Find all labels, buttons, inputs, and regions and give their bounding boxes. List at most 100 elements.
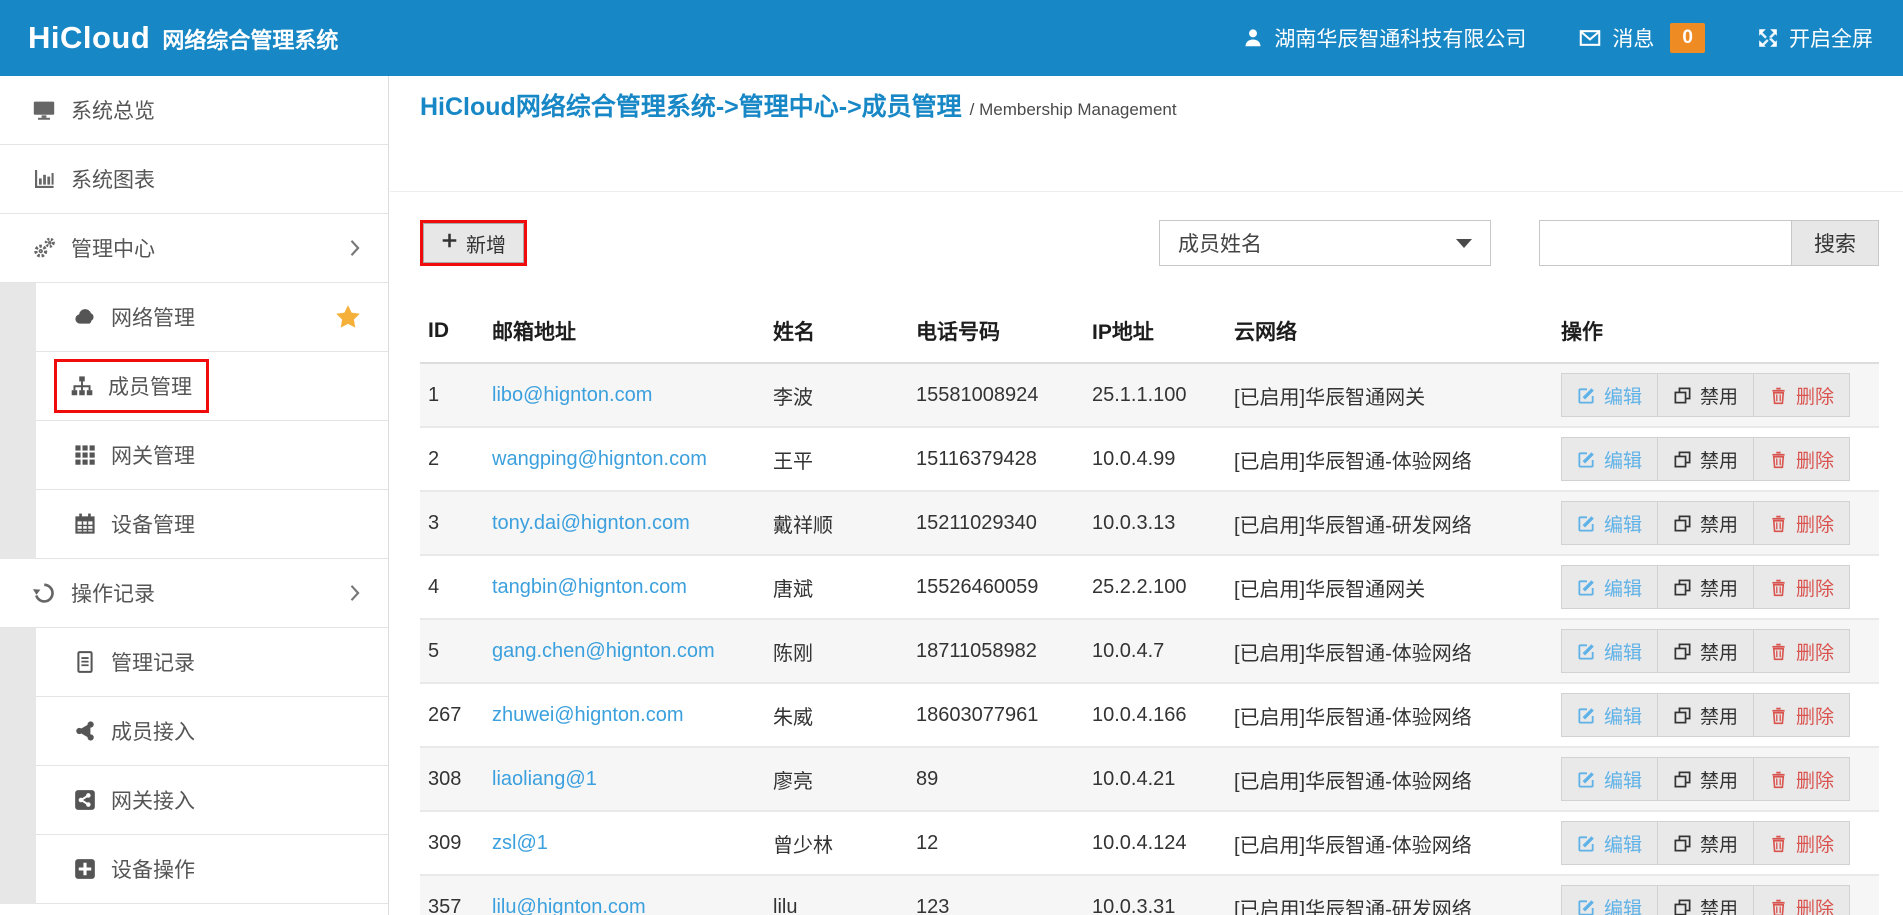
edit-button[interactable]: 编辑 [1562,822,1657,864]
sidebar-item-label: 成员管理 [108,371,192,401]
edit-button[interactable]: 编辑 [1562,630,1657,672]
sidebar-item-admin-center[interactable]: 管理中心 [0,214,388,283]
pencil-square-icon [1577,706,1596,725]
edit-button[interactable]: 编辑 [1562,566,1657,608]
disable-button[interactable]: 禁用 [1657,438,1753,480]
navbar-messages[interactable]: 消息 0 [1578,23,1705,53]
edit-button[interactable]: 编辑 [1562,502,1657,544]
pencil-square-icon [1577,770,1596,789]
sidebar-item-member-access[interactable]: 成员接入 [36,697,388,766]
brand-name: HiCloud [28,20,150,56]
member-email-link[interactable]: liaoliang@1 [492,768,597,790]
cell-ip: 10.0.4.99 [1084,427,1226,491]
page-title-en: / Membership Management [970,100,1177,119]
add-button[interactable]: 新增 [423,223,524,263]
delete-button[interactable]: 删除 [1753,630,1849,672]
trash-icon [1769,514,1788,533]
search-input[interactable] [1539,220,1791,266]
disable-button[interactable]: 禁用 [1657,502,1753,544]
navbar-company-label: 湖南华辰智通科技有限公司 [1274,23,1526,53]
add-button-label: 新增 [466,229,506,258]
edit-button[interactable]: 编辑 [1562,758,1657,800]
disable-button[interactable]: 禁用 [1657,566,1753,608]
delete-button[interactable]: 删除 [1753,566,1849,608]
sidebar-highlight-box: 成员管理 [54,359,209,413]
delete-button[interactable]: 删除 [1753,374,1849,416]
clone-icon [1673,834,1692,853]
delete-button[interactable]: 删除 [1753,694,1849,736]
member-name-filter-select[interactable]: 成员姓名 [1159,220,1491,266]
trash-icon [1769,834,1788,853]
edit-button[interactable]: 编辑 [1562,438,1657,480]
table-row: 3tony.dai@hignton.com戴祥顺1521102934010.0.… [420,491,1879,555]
disable-button[interactable]: 禁用 [1657,374,1753,416]
edit-button[interactable]: 编辑 [1562,886,1657,915]
cell-network: [已启用]华辰智通-体验网络 [1226,747,1553,811]
user-icon [1242,27,1264,49]
trash-icon [1769,642,1788,661]
desktop-icon [30,98,58,122]
sidebar-item-device-mgmt[interactable]: 设备管理 [36,490,388,559]
cell-id: 309 [420,811,484,875]
cell-name: lilu [765,875,908,915]
edit-button[interactable]: 编辑 [1562,374,1657,416]
navbar-fullscreen[interactable]: 开启全屏 [1757,23,1873,53]
disable-button[interactable]: 禁用 [1657,758,1753,800]
delete-button[interactable]: 删除 [1753,822,1849,864]
sidebar-item-member-mgmt[interactable]: 成员管理 [36,352,388,421]
cell-id: 1 [420,363,484,427]
disable-button[interactable]: 禁用 [1657,694,1753,736]
member-email-link[interactable]: lilu@hignton.com [492,896,646,915]
share-square-icon [72,788,98,812]
trash-icon [1769,898,1788,915]
navbar-messages-label: 消息 [1612,23,1654,53]
sidebar-item-label: 成员接入 [111,716,195,746]
cell-name: 唐斌 [765,555,908,619]
disable-button[interactable]: 禁用 [1657,630,1753,672]
pencil-square-icon [1577,642,1596,661]
member-email-link[interactable]: zsl@1 [492,832,548,854]
bar-chart-icon [30,167,58,191]
sidebar-item-label: 网关管理 [111,440,195,470]
member-email-link[interactable]: wangping@hignton.com [492,448,707,470]
edit-button[interactable]: 编辑 [1562,694,1657,736]
clone-icon [1673,706,1692,725]
cell-network: [已启用]华辰智通-体验网络 [1226,427,1553,491]
cell-actions: 编辑禁用删除 [1553,363,1879,427]
cell-phone: 15526460059 [908,555,1084,619]
sidebar-item-network-mgmt[interactable]: 网络管理 [36,283,388,352]
sidebar-item-system-charts[interactable]: 系统图表 [0,145,388,214]
sidebar-item-admin-logs[interactable]: 管理记录 [36,628,388,697]
cell-phone: 123 [908,875,1084,915]
sidebar-item-device-operation[interactable]: 设备操作 [36,835,388,904]
member-email-link[interactable]: zhuwei@hignton.com [492,704,684,726]
sidebar-item-gateway-access[interactable]: 网关接入 [36,766,388,835]
cell-phone: 15581008924 [908,363,1084,427]
clone-icon [1673,450,1692,469]
cell-id: 4 [420,555,484,619]
delete-button[interactable]: 删除 [1753,502,1849,544]
disable-button[interactable]: 禁用 [1657,886,1753,915]
cell-phone: 12 [908,811,1084,875]
disable-button[interactable]: 禁用 [1657,822,1753,864]
cell-email: tony.dai@hignton.com [484,491,765,555]
member-email-link[interactable]: libo@hignton.com [492,384,652,406]
sidebar-item-system-overview[interactable]: 系统总览 [0,76,388,145]
table-header-row: ID邮箱地址姓名电话号码IP地址云网络操作 [420,266,1879,363]
member-email-link[interactable]: tony.dai@hignton.com [492,512,690,534]
delete-button[interactable]: 删除 [1753,758,1849,800]
delete-button[interactable]: 删除 [1753,438,1849,480]
sidebar-submenu: 网络管理成员管理网关管理设备管理 [0,283,388,559]
delete-button[interactable]: 删除 [1753,886,1849,915]
cell-phone: 89 [908,747,1084,811]
row-action-group: 编辑禁用删除 [1561,437,1850,481]
share-alt-icon [72,719,98,743]
sidebar-item-operation-logs[interactable]: 操作记录 [0,559,388,628]
sidebar-item-label: 设备操作 [111,854,195,884]
navbar-company[interactable]: 湖南华辰智通科技有限公司 [1242,23,1526,53]
search-button[interactable]: 搜索 [1791,220,1879,266]
member-email-link[interactable]: tangbin@hignton.com [492,576,687,598]
sidebar-item-gateway-mgmt[interactable]: 网关管理 [36,421,388,490]
sidebar-item-label: 系统图表 [71,164,155,194]
member-email-link[interactable]: gang.chen@hignton.com [492,640,715,662]
